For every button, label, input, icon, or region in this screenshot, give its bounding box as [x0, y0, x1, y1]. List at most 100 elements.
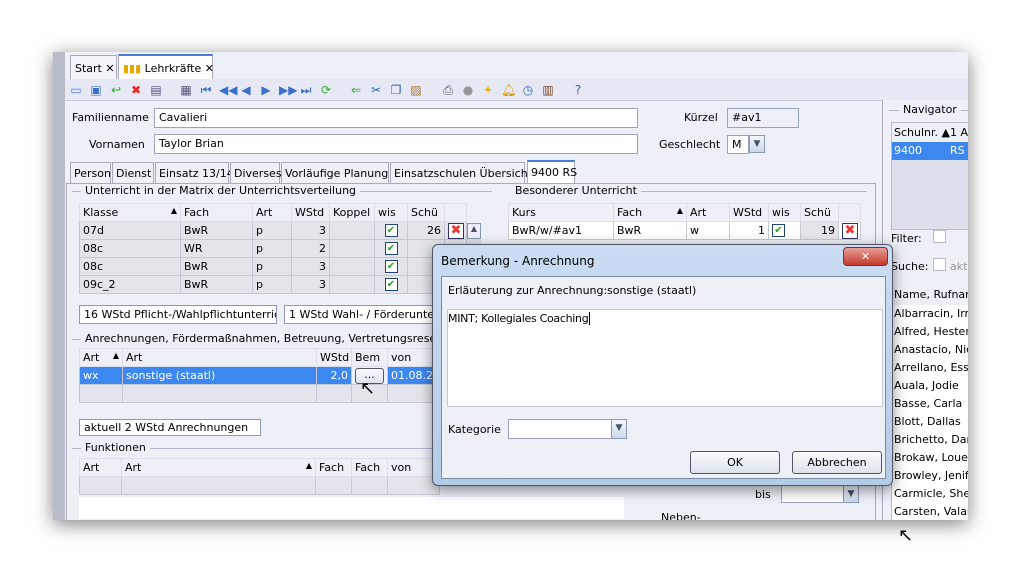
tab-einsatzschulen[interactable]: Einsatzschulen Übersicht [390, 162, 532, 183]
tab-dienst[interactable]: Dienst [112, 162, 154, 183]
col-schue[interactable]: Schü [800, 203, 839, 222]
col-fach[interactable]: Fach [315, 458, 352, 477]
disc-icon[interactable]: ● [461, 83, 475, 97]
table-row[interactable]: 07d BwR p 3 ✔ 26 ✖ [79, 221, 467, 240]
delete-icon[interactable]: ✖ [448, 222, 464, 239]
chevron-down-icon[interactable]: ▼ [843, 485, 859, 503]
col-koppel[interactable]: Koppel [329, 203, 375, 222]
col-fach2[interactable]: Fach [351, 458, 388, 477]
checkbox[interactable]: ✔ [772, 224, 785, 238]
table-row[interactable]: 08c BwR p 3 ✔ [79, 257, 467, 276]
next-page-icon[interactable]: ▶▶ [279, 83, 297, 97]
list-item[interactable]: Brichetto, Darryl [892, 431, 968, 449]
col-art[interactable]: Art [252, 203, 292, 222]
col-fach[interactable]: Fach [180, 203, 253, 222]
tab-vorlaeufige-planung[interactable]: Vorläufige Planung [281, 162, 389, 183]
last-icon[interactable]: ⏭ [299, 83, 313, 97]
paste-icon[interactable]: ▨ [409, 83, 423, 97]
kategorie-select[interactable] [508, 419, 612, 439]
table-row[interactable] [79, 384, 440, 403]
bis-select[interactable] [781, 485, 844, 503]
list-icon[interactable]: ▦ [179, 83, 193, 97]
col-schue[interactable]: Schü [407, 203, 445, 222]
bemerkung-textarea[interactable]: MINT; Kollegiales Coaching [447, 309, 883, 407]
list-item[interactable]: Arrellano, Essie [892, 359, 968, 377]
tab-person[interactable]: Person [70, 162, 111, 183]
col-wis[interactable]: wis [374, 203, 408, 222]
col-fach[interactable]: Fach ▲ [613, 203, 687, 222]
table-row[interactable]: 08c WR p 2 ✔ [79, 239, 467, 258]
next-icon[interactable]: ▶ [259, 83, 273, 97]
copy-icon[interactable]: ❐ [389, 83, 403, 97]
tab-9400-rs[interactable]: 9400 RS [527, 160, 577, 183]
table-row[interactable] [79, 476, 440, 495]
col-klasse[interactable]: Klasse ▲ [79, 203, 181, 222]
list-item[interactable]: Anastacio, Nichole [892, 341, 968, 359]
list-item[interactable]: Basse, Carla [892, 395, 968, 413]
checkbox[interactable]: ✔ [384, 260, 398, 274]
close-icon[interactable]: ✕ [205, 62, 214, 75]
refresh-icon[interactable]: ⟳ [319, 83, 333, 97]
col-wstd[interactable]: WStd [729, 203, 769, 222]
list-item[interactable]: Carsten, Valarie [892, 503, 968, 520]
undo-icon[interactable]: ↩ [109, 83, 123, 97]
name-list-header[interactable]: Name, Rufname [892, 285, 968, 305]
close-button[interactable]: ✕ [843, 247, 888, 266]
remove-record-icon[interactable]: ▤ [149, 83, 163, 97]
cancel-button[interactable]: Abbrechen [792, 451, 882, 474]
list-item[interactable]: Alfred, Hester [892, 323, 968, 341]
col-kurs[interactable]: Kurs [508, 203, 614, 222]
prev-icon[interactable]: ◀ [239, 83, 253, 97]
aktiv-checkbox[interactable] [933, 258, 946, 271]
filter-checkbox[interactable] [933, 230, 946, 243]
col-art[interactable]: Art ▲ [79, 348, 123, 367]
col-wstd[interactable]: WStd [316, 348, 352, 367]
tab-diverses[interactable]: Diverses [230, 162, 282, 183]
contact-icon[interactable]: ▥ [541, 83, 555, 97]
first-icon[interactable]: ⏮ [199, 83, 213, 97]
alarm-clock-icon[interactable]: ◷ [521, 83, 535, 97]
table-row[interactable]: wxsonstige (staatl)2,0...01.08.2013 [79, 366, 440, 385]
col-art-name[interactable]: Art ▲ [121, 458, 316, 477]
checkbox[interactable]: ✔ [384, 278, 398, 292]
cut-icon[interactable]: ✂ [369, 83, 383, 97]
checkbox[interactable]: ✔ [384, 242, 398, 256]
col-art[interactable]: Art [686, 203, 730, 222]
save-icon[interactable]: ▣ [89, 83, 103, 97]
table-row[interactable]: BwR/w/#av1 BwR w 1 ✔ 19 ✖ [508, 221, 861, 240]
list-item[interactable]: Blott, Dallas [892, 413, 968, 431]
bell-icon[interactable]: 🔔︎ [501, 83, 516, 97]
delete-icon[interactable]: ✖ [842, 222, 858, 239]
col-art[interactable]: Art [79, 458, 122, 477]
delete-icon[interactable]: ✖ [129, 83, 143, 97]
kuerzel-field[interactable]: #av1 [727, 108, 799, 128]
navigator-header[interactable]: Schulnr. ▲1 Ar [892, 123, 968, 142]
chevron-down-icon[interactable]: ▼ [611, 419, 627, 439]
col-wis[interactable]: wis [768, 203, 801, 222]
vornamen-input[interactable]: Taylor Brian [154, 134, 638, 154]
col-wstd[interactable]: WStd [291, 203, 330, 222]
checkbox[interactable]: ✔ [384, 224, 398, 238]
navigator-row[interactable]: 9400 RS [892, 142, 968, 160]
tab-start[interactable]: Start ✕ [70, 55, 117, 79]
list-item[interactable]: Browley, Jenifer [892, 467, 968, 485]
tab-lehrkraefte[interactable]: ▮▮▮ Lehrkräfte ✕ [118, 54, 214, 79]
bulb-icon[interactable]: ✦ [481, 83, 495, 97]
tab-einsatz[interactable]: Einsatz 13/14 [155, 162, 234, 183]
prev-page-icon[interactable]: ◀◀ [219, 83, 237, 97]
ok-button[interactable]: OK [690, 451, 780, 474]
familienname-input[interactable]: Cavalieri [154, 108, 638, 128]
list-item[interactable]: Brokaw, Louella [892, 449, 968, 467]
print-icon[interactable]: ⎙ [441, 83, 455, 97]
close-icon[interactable]: ✕ [105, 62, 114, 75]
list-item[interactable]: Auala, Jodie [892, 377, 968, 395]
list-item[interactable]: Carmicle, Shelby [892, 485, 968, 503]
back-icon[interactable]: ⇐ [349, 83, 363, 97]
scroll-up-icon[interactable]: ▲ [467, 223, 481, 239]
table-row[interactable]: 09c_2 BwR p 3 ✔ [79, 275, 467, 294]
list-item[interactable]: Albarracin, Irma [892, 305, 968, 323]
col-bem[interactable]: Bem [351, 348, 388, 367]
chevron-down-icon[interactable]: ▼ [749, 135, 765, 153]
geschlecht-select[interactable]: M [727, 135, 749, 154]
help-icon[interactable]: ? [571, 83, 585, 97]
